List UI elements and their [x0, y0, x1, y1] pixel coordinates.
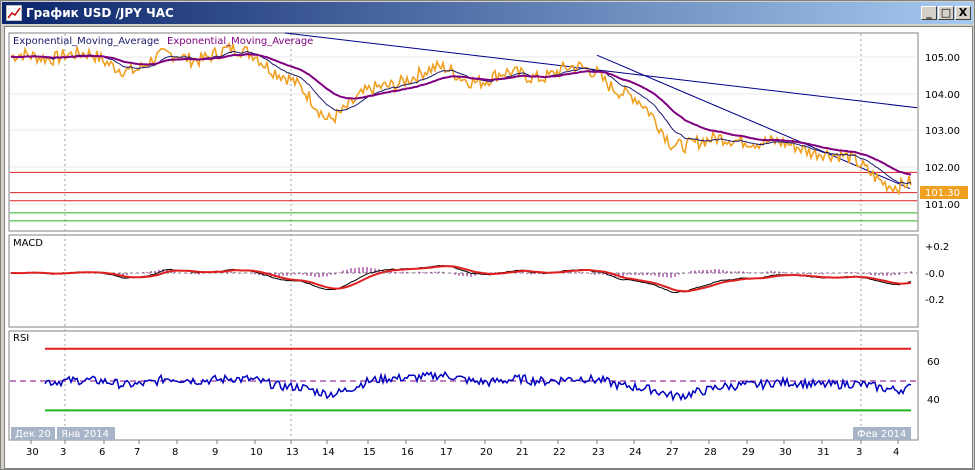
day-label: 8 [172, 447, 178, 458]
month-label: Дек 20 [15, 429, 51, 440]
day-label: 3 [856, 447, 862, 458]
day-label: 23 [592, 447, 605, 458]
price-tick: 101.00 [925, 200, 960, 211]
day-label: 31 [817, 447, 830, 458]
chart-icon [6, 5, 22, 21]
day-label: 4 [893, 447, 899, 458]
day-label: 29 [742, 447, 755, 458]
day-label: 9 [212, 447, 218, 458]
day-label: 22 [553, 447, 566, 458]
time-axis: 30 3 6 7 8 9 10 13 14 15 16 17 20 21 22 23 24 27 28 29 30 31 3… [26, 440, 899, 458]
day-label: 3 [60, 447, 66, 458]
day-label: 20 [480, 447, 493, 458]
day-label: 14 [322, 447, 335, 458]
price-tick: 105.00 [925, 53, 960, 64]
close-button[interactable]: X [955, 6, 971, 20]
day-label: 13 [286, 447, 299, 458]
window-title: График USD /JPY ЧАС [26, 6, 174, 20]
day-label: 24 [629, 447, 642, 458]
macd-tick: -0.0 [925, 269, 945, 280]
day-label: 27 [666, 447, 679, 458]
month-label: Янв 2014 [61, 429, 109, 440]
price-panel[interactable] [8, 32, 919, 232]
day-label: 7 [134, 447, 140, 458]
day-label: 15 [363, 447, 376, 458]
chart-canvas[interactable]: Exponential_Moving_Average Exponential_M… [5, 27, 972, 468]
legend-ema-fast: Exponential_Moving_Average [13, 36, 159, 47]
day-label: 17 [440, 447, 453, 458]
minimize-button[interactable]: _ [921, 6, 937, 20]
day-label: 30 [779, 447, 792, 458]
maximize-button[interactable]: □ [938, 6, 954, 20]
legend-ema-slow: Exponential_Moving_Average [167, 36, 313, 47]
rsi-label: RSI [13, 333, 29, 344]
day-label: 30 [26, 447, 39, 458]
chart-window: График USD /JPY ЧАС _ □ X Exponential_Mo… [0, 0, 975, 470]
macd-panel-frame[interactable] [8, 234, 919, 328]
month-label: Фев 2014 [857, 429, 906, 440]
macd-tick: -0.2 [925, 295, 945, 306]
day-label: 10 [250, 447, 263, 458]
rsi-tick: 40 [927, 395, 940, 406]
price-tick: 102.00 [925, 163, 960, 174]
rsi-tick: 60 [927, 357, 940, 368]
day-label: 28 [704, 447, 717, 458]
macd-label: MACD [13, 238, 43, 249]
chart-area[interactable]: Exponential_Moving_Average Exponential_M… [4, 26, 973, 469]
price-tick: 104.00 [925, 90, 960, 101]
title-bar[interactable]: График USD /JPY ЧАС _ □ X [2, 2, 973, 24]
day-label: 6 [99, 447, 105, 458]
macd-tick: +0.2 [925, 242, 949, 253]
day-label: 16 [401, 447, 414, 458]
price-tick: 103.00 [925, 126, 960, 137]
day-label: 21 [516, 447, 529, 458]
current-price-text: 101.30 [925, 188, 960, 199]
